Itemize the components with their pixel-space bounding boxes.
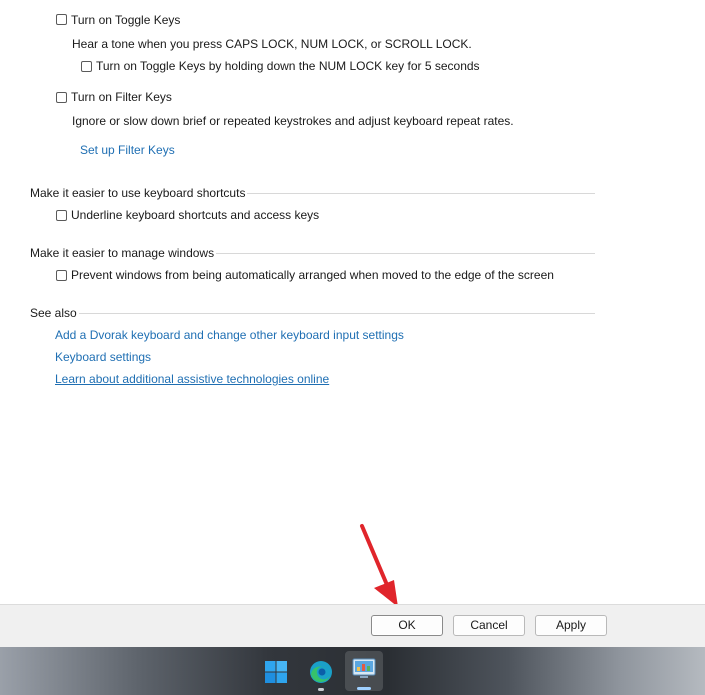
taskbar	[0, 647, 705, 695]
setup-filter-keys-link[interactable]: Set up Filter Keys	[80, 142, 175, 158]
toggle-keys-label: Turn on Toggle Keys	[71, 13, 181, 27]
apply-button[interactable]: Apply	[535, 615, 607, 636]
control-panel-active-indicator	[357, 687, 371, 690]
control-panel-taskbar-button[interactable]	[345, 651, 383, 691]
prevent-arrange-label: Prevent windows from being automatically…	[71, 268, 554, 282]
edge-running-indicator	[318, 688, 324, 691]
toggle-keys-checkbox[interactable]	[56, 14, 67, 25]
divider-see-also	[30, 313, 595, 314]
assistive-technologies-link[interactable]: Learn about additional assistive technol…	[55, 371, 329, 387]
edge-browser-icon[interactable]	[308, 659, 334, 685]
annotation-arrow-icon	[360, 524, 398, 607]
ok-button[interactable]: OK	[371, 615, 443, 636]
keyboard-settings-link[interactable]: Keyboard settings	[55, 349, 151, 365]
keyboard-shortcuts-group-title: Make it easier to use keyboard shortcuts	[30, 185, 248, 201]
filter-keys-checkbox[interactable]	[56, 92, 67, 103]
toggle-keys-description: Hear a tone when you press CAPS LOCK, NU…	[72, 37, 472, 51]
cancel-button[interactable]: Cancel	[453, 615, 525, 636]
control-panel-icon	[352, 658, 376, 678]
toggle-keys-numlock-checkbox[interactable]	[81, 61, 92, 72]
underline-shortcuts-checkbox[interactable]	[56, 210, 67, 221]
toggle-keys-numlock-label: Turn on Toggle Keys by holding down the …	[96, 59, 480, 73]
underline-shortcuts-label: Underline keyboard shortcuts and access …	[71, 208, 320, 222]
prevent-arrange-checkbox[interactable]	[56, 270, 67, 281]
windows-start-icon[interactable]	[264, 660, 288, 684]
filter-keys-description: Ignore or slow down brief or repeated ke…	[72, 114, 514, 128]
dvorak-keyboard-link[interactable]: Add a Dvorak keyboard and change other k…	[55, 327, 404, 343]
manage-windows-group-title: Make it easier to manage windows	[30, 245, 217, 261]
filter-keys-label: Turn on Filter Keys	[71, 90, 172, 104]
see-also-group-title: See also	[30, 305, 79, 321]
